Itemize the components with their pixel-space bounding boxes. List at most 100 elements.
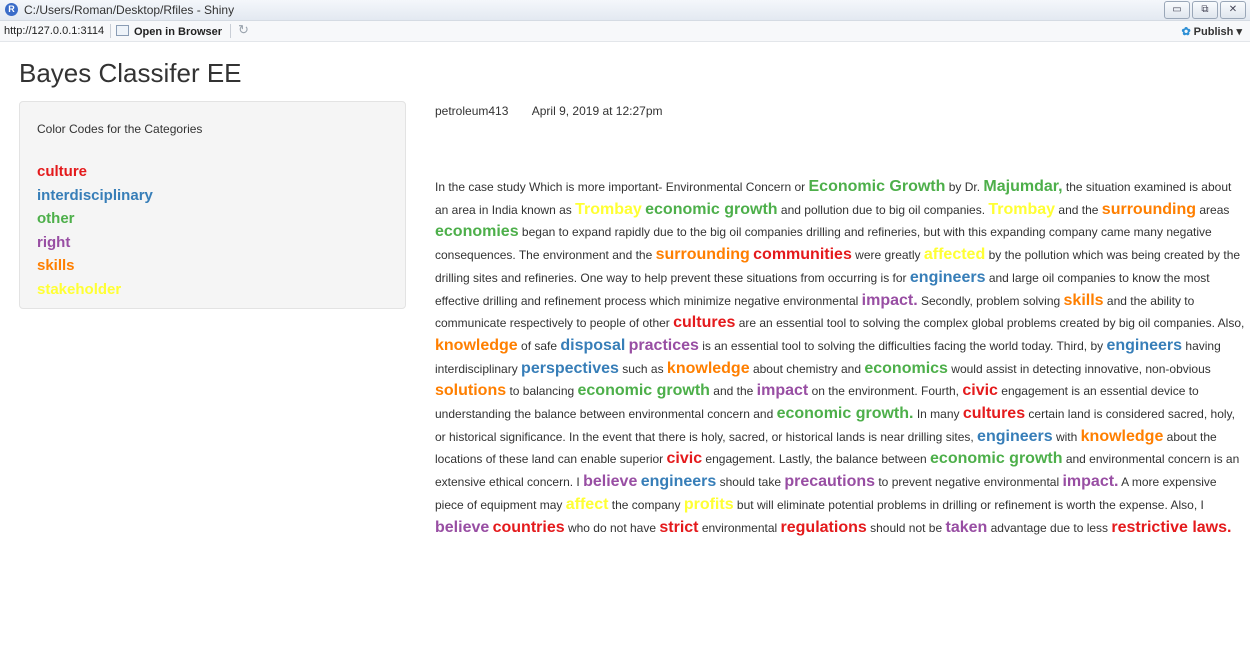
keyword-culture: regulations [780,518,867,536]
keyword-stakeholder: Trombay [988,200,1056,218]
keyword-right: impact. [861,291,918,309]
keyword-culture: civic [666,450,703,468]
window-title: C:/Users/Roman/Desktop/Rfiles - Shiny [24,3,235,17]
keyword-other: economic growth [577,382,710,400]
window-controls: ▭ ⧉ ✕ [1164,1,1246,19]
keyword-culture: restrictive laws. [1111,518,1232,536]
classified-article: In the case study Which is more importan… [435,176,1245,539]
keyword-right: practices [628,336,699,354]
url-text: http://127.0.0.1:3114 [4,25,105,37]
keyword-right: believe [435,518,490,536]
keyword-skills: solutions [435,382,507,400]
article-text: and pollution due to big oil companies. [777,202,989,217]
chevron-down-icon: ▾ [1236,26,1242,38]
keyword-skills: knowledge [435,336,518,354]
rstudio-icon: R [5,3,18,16]
keyword-stakeholder: Trombay [575,200,642,218]
article-text: but will eliminate potential problems in… [733,497,1204,512]
post-author: petroleum413 [435,104,509,118]
article-text: were greatly [851,248,924,263]
open-in-browser-label: Open in Browser [134,26,223,38]
legend-item-skills: skills [37,257,75,274]
keyword-interdisciplinary: disposal [560,336,626,354]
article-text: and the [709,384,757,399]
keyword-other: economies [435,223,519,241]
publish-label: Publish [1193,26,1234,38]
article-text: who do not have [564,520,660,535]
publish-button[interactable]: ✿ Publish ▾ [1181,25,1242,38]
keyword-culture: strict [659,518,699,536]
keyword-culture: countries [492,518,565,536]
keyword-other: economic growth [930,450,1063,468]
keyword-stakeholder: affect [565,495,609,513]
close-button[interactable]: ✕ [1220,1,1246,19]
maximize-button[interactable]: ⧉ [1192,1,1218,19]
legend-item-interdisciplinary: interdisciplinary [37,186,153,204]
browser-window-icon [116,25,129,36]
legend-item-right: right [37,233,71,251]
article-text: areas [1196,202,1230,217]
legend-item-stakeholder: stakeholder [37,280,122,298]
keyword-culture: cultures [673,314,736,332]
article-text: is an essential tool to solving the diff… [698,338,1107,353]
keyword-interdisciplinary: engineers [1106,336,1183,354]
article-text: should take [716,475,785,490]
keyword-other: economic growth. [776,405,914,423]
article-text: engagement. Lastly, the balance between [702,452,931,467]
keyword-stakeholder: profits [683,495,734,513]
open-in-browser-button[interactable]: Open in Browser [116,25,222,38]
keyword-culture: civic [962,382,998,400]
keyword-interdisciplinary: engineers [640,473,717,491]
publish-icon: ✿ [1181,26,1191,38]
keyword-culture: cultures [962,405,1026,423]
keyword-right: impact [756,382,809,400]
article-text: about chemistry and [749,361,865,376]
post-meta: petroleum413 April 9, 2019 at 12:27pm [435,104,663,118]
legend-panel: Color Codes for the Categories culture in… [19,101,406,309]
keyword-interdisciplinary: engineers [909,268,986,286]
article-text: In many [913,407,963,422]
article-text: to balancing [506,384,578,399]
article-text: by Dr. [945,180,984,194]
legend-item-culture: culture [37,163,88,180]
article-text: environmental [698,520,781,535]
article-text: the company [608,497,684,512]
article-text: are an essential tool to solving the com… [735,316,1245,331]
keyword-other: Economic Growth [808,178,946,195]
keyword-interdisciplinary: engineers [977,427,1053,445]
toolbar-divider [110,24,111,38]
viewer-toolbar: http://127.0.0.1:3114 Open in Browser ↻ … [0,21,1250,42]
article-text: such as [618,361,667,376]
article-text: on the environment. Fourth, [808,384,963,399]
article-text: and the [1055,202,1102,217]
page-title: Bayes Classifer EE [19,58,242,88]
keyword-right: impact. [1062,473,1119,491]
article-text: would assist in detecting innovative, no… [947,361,1211,376]
article-text: with [1052,429,1081,444]
keyword-skills: surrounding [655,246,750,264]
article-text: should not be [866,520,946,535]
keyword-culture: communities [753,246,852,264]
keyword-other: economic growth [645,200,778,218]
article-text: to prevent negative environmental [875,475,1063,490]
legend-item-other: other [37,210,75,227]
keyword-right: taken [945,518,988,536]
keyword-skills: skills [1063,291,1104,309]
keyword-right: believe [583,473,638,491]
article-text: of safe [517,338,561,353]
minimize-button[interactable]: ▭ [1164,1,1190,19]
refresh-icon[interactable]: ↻ [238,22,249,38]
article-text: In the case study Which is more importan… [435,180,809,194]
article-text: Secondly, problem solving [917,293,1064,308]
keyword-skills: knowledge [1080,427,1164,445]
keyword-skills: knowledge [666,359,750,377]
toolbar-divider [230,24,231,38]
keyword-stakeholder: affected [923,246,986,264]
keyword-skills: surrounding [1101,200,1197,218]
keyword-right: precautions [784,473,876,491]
post-date: April 9, 2019 at 12:27pm [531,104,663,118]
keyword-other: Majumdar, [983,178,1063,195]
legend-heading: Color Codes for the Categories [37,122,203,136]
window-titlebar: R C:/Users/Roman/Desktop/Rfiles - Shiny … [0,0,1250,21]
legend-list: culture interdisciplinary other right skills… [37,160,153,301]
